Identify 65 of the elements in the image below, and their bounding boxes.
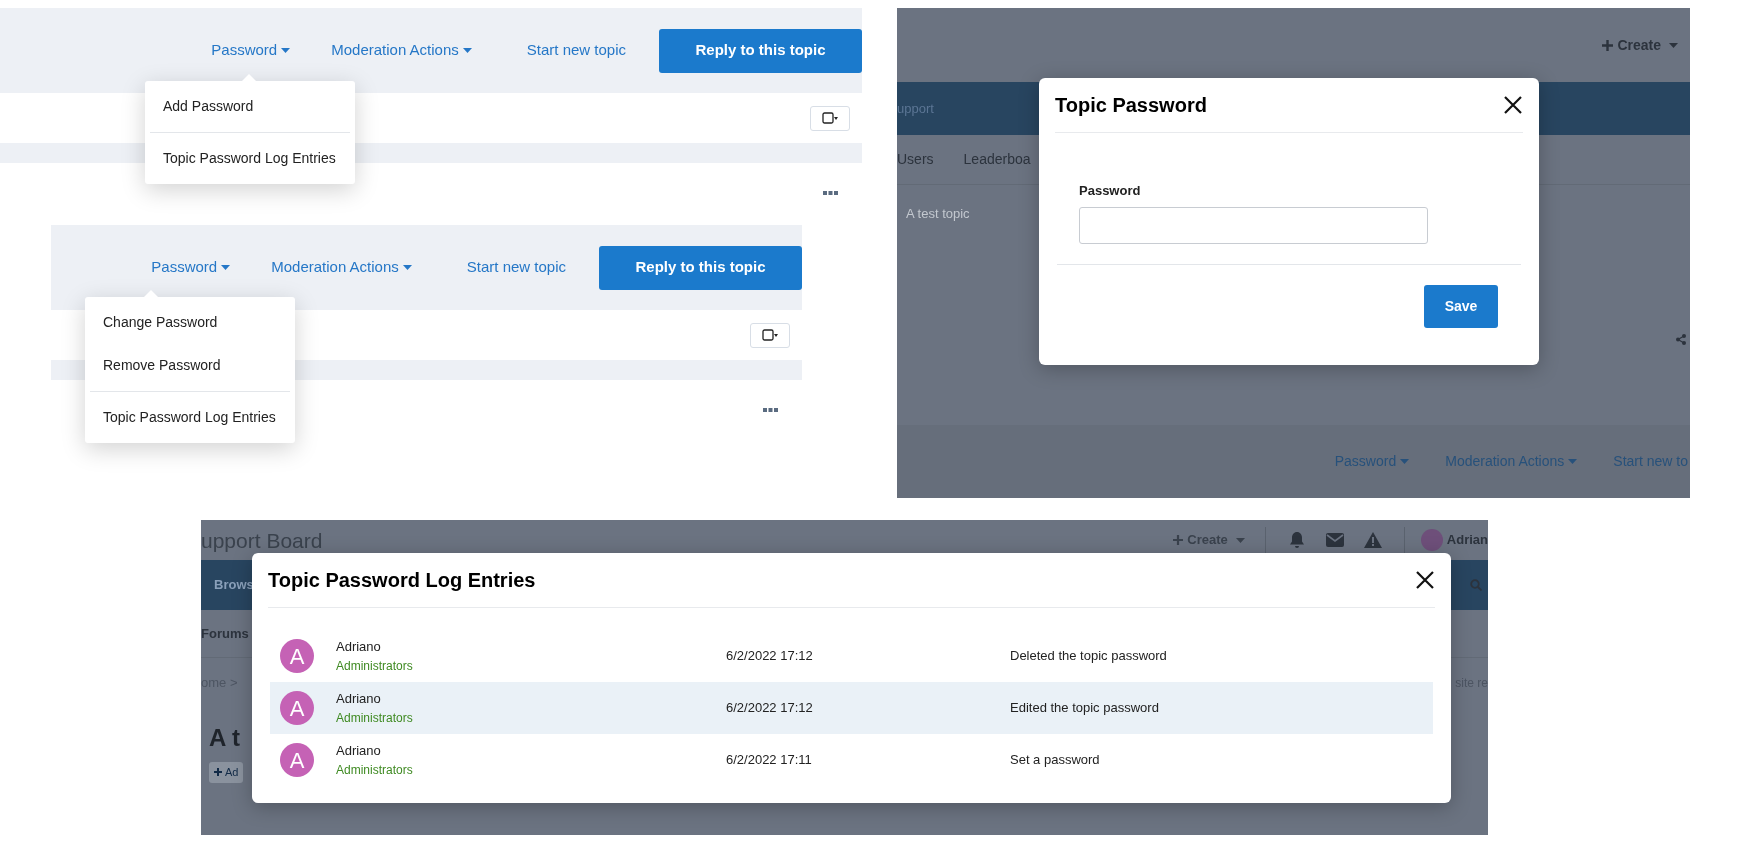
user-name: Adriano bbox=[336, 690, 381, 709]
user-name: Adrian bbox=[1446, 531, 1488, 550]
dialog-title: Topic Password bbox=[1055, 93, 1207, 118]
warning-icon bbox=[1363, 532, 1382, 548]
user-group: Administrators bbox=[336, 656, 413, 675]
user-group: Administrators bbox=[336, 708, 413, 727]
log-action: Set a password bbox=[1010, 751, 1100, 770]
menu-item[interactable]: Topic Password Log Entries bbox=[145, 137, 355, 180]
user-name: Adriano bbox=[336, 638, 381, 657]
caret-icon bbox=[402, 265, 412, 270]
reply-button[interactable]: Reply to this topic bbox=[599, 245, 802, 290]
menu-item[interactable]: Change Password bbox=[85, 301, 295, 344]
page-title: A t bbox=[209, 723, 241, 753]
moderation-actions-menu[interactable]: Moderation Actions bbox=[331, 39, 472, 62]
caret-icon bbox=[1669, 42, 1678, 48]
start-new-topic-link[interactable]: Start new topic bbox=[466, 256, 566, 279]
more-options-icon[interactable] bbox=[763, 408, 778, 413]
password-field[interactable] bbox=[1079, 206, 1428, 244]
envelope-icon bbox=[1325, 532, 1344, 548]
menu-item[interactable]: Remove Password bbox=[85, 344, 295, 387]
log-date: 6/2/2022 17:12 bbox=[726, 647, 814, 666]
caret-icon bbox=[1568, 459, 1578, 464]
caret-icon bbox=[1235, 537, 1245, 543]
search-icon bbox=[1470, 579, 1482, 591]
start-new-topic-link[interactable]: Start new topic bbox=[526, 39, 626, 62]
user-group: Administrators bbox=[336, 760, 413, 779]
more-options-icon[interactable] bbox=[823, 191, 838, 196]
reply-button[interactable]: Reply to this topic bbox=[659, 28, 862, 73]
checkbox-icon bbox=[822, 112, 838, 124]
log-action: Edited the topic password bbox=[1010, 699, 1159, 718]
log-action: Deleted the topic password bbox=[1010, 647, 1167, 666]
create-menu: Create bbox=[1602, 34, 1678, 56]
user-name: Adriano bbox=[336, 742, 381, 761]
password-menu[interactable]: Password bbox=[151, 256, 231, 279]
menu-item[interactable]: Topic Password Log Entries bbox=[85, 396, 295, 439]
close-icon[interactable] bbox=[1503, 95, 1523, 115]
field-label: Password bbox=[1079, 182, 1141, 200]
dialog-title: Topic Password Log Entries bbox=[268, 568, 536, 593]
checkbox-icon bbox=[762, 329, 778, 341]
moderation-actions-menu[interactable]: Moderation Actions bbox=[271, 256, 412, 279]
avatar: A bbox=[280, 743, 314, 777]
menu-item[interactable]: Add Password bbox=[145, 85, 355, 128]
plus-icon bbox=[214, 768, 222, 777]
select-toggle-button[interactable] bbox=[750, 322, 790, 348]
bell-icon bbox=[1287, 531, 1306, 549]
caret-icon bbox=[221, 265, 231, 270]
avatar: A bbox=[280, 639, 314, 673]
caret-icon bbox=[281, 48, 291, 53]
caret-icon bbox=[462, 48, 472, 53]
nav-tab-label: Leaderboa bbox=[963, 150, 1031, 169]
log-date: 6/2/2022 17:12 bbox=[726, 699, 814, 718]
close-icon[interactable] bbox=[1415, 570, 1435, 590]
plus-icon bbox=[1602, 39, 1614, 51]
password-menu[interactable]: Password bbox=[211, 39, 291, 62]
breadcrumb: A test topic bbox=[906, 206, 970, 221]
avatar bbox=[1420, 529, 1443, 551]
share-icon bbox=[1676, 333, 1686, 345]
log-date: 6/2/2022 17:11 bbox=[726, 751, 813, 770]
avatar: A bbox=[280, 691, 314, 725]
nav-tab-label: Brows bbox=[214, 576, 254, 595]
nav-tab-label: Users bbox=[897, 150, 934, 169]
save-button[interactable]: Save bbox=[1424, 284, 1498, 328]
caret-icon bbox=[1400, 459, 1410, 464]
select-toggle-button[interactable] bbox=[810, 105, 850, 131]
plus-icon bbox=[1173, 535, 1184, 545]
